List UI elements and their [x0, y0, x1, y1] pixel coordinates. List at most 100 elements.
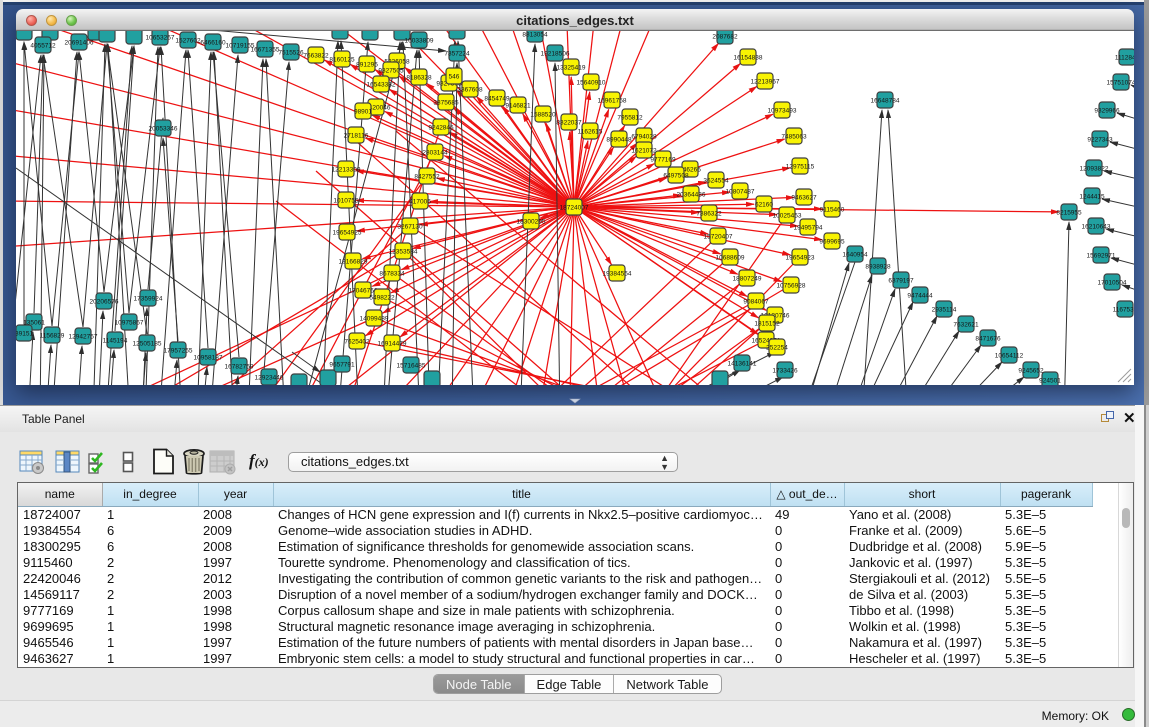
svg-text:8322037: 8322037 — [556, 120, 582, 127]
svg-text:17359924: 17359924 — [134, 296, 163, 303]
svg-text:1621072: 1621072 — [631, 148, 657, 155]
svg-text:20364436: 20364436 — [677, 192, 706, 199]
svg-text:15692971: 15692971 — [1087, 253, 1116, 260]
svg-text:7955812: 7955812 — [617, 115, 643, 122]
svg-text:3267130: 3267130 — [397, 224, 423, 231]
svg-text:12213309: 12213309 — [332, 167, 361, 174]
svg-text:12923446: 12923446 — [255, 375, 284, 382]
svg-text:7386322: 7386322 — [696, 211, 722, 218]
svg-text:3624554: 3624554 — [703, 178, 729, 185]
svg-text:9146821: 9146821 — [505, 103, 531, 110]
svg-text:6379197: 6379197 — [888, 278, 914, 285]
svg-text:6794028: 6794028 — [631, 134, 657, 141]
svg-text:17957255: 17957255 — [164, 348, 193, 355]
svg-text:98901: 98901 — [354, 109, 372, 116]
svg-text:12093822: 12093822 — [1080, 166, 1109, 173]
svg-text:7357224: 7357224 — [444, 51, 470, 58]
svg-text:10756928: 10756928 — [777, 283, 806, 290]
svg-text:891295: 891295 — [356, 62, 378, 69]
svg-text:8678334: 8678334 — [379, 271, 405, 278]
svg-text:12213967: 12213967 — [751, 79, 780, 86]
svg-text:8427552: 8427552 — [414, 174, 440, 181]
svg-text:18300295: 18300295 — [517, 219, 546, 226]
svg-text:924501: 924501 — [1039, 378, 1061, 385]
svg-text:9474444: 9474444 — [907, 293, 933, 300]
svg-text:19654923: 19654923 — [786, 255, 815, 262]
svg-text:20206576: 20206576 — [90, 299, 119, 306]
svg-text:13325419: 13325419 — [557, 65, 586, 72]
svg-text:1145194: 1145194 — [103, 338, 128, 345]
svg-text:18807249: 18807249 — [733, 276, 762, 283]
svg-text:1112845: 1112845 — [1115, 55, 1134, 62]
svg-text:1010755: 1010755 — [333, 198, 359, 205]
svg-text:15751074: 15751074 — [1107, 80, 1134, 87]
svg-text:16961758: 16961758 — [598, 98, 627, 105]
svg-text:1588520: 1588520 — [530, 112, 556, 119]
svg-text:9329966: 9329966 — [1094, 108, 1120, 115]
svg-text:18724007: 18724007 — [560, 205, 589, 212]
svg-text:252254: 252254 — [766, 345, 788, 352]
svg-text:1733426: 1733426 — [772, 368, 798, 375]
svg-text:8186328: 8186328 — [406, 75, 432, 82]
svg-text:19654925: 19654925 — [333, 230, 362, 237]
svg-text:9242845: 9242845 — [428, 125, 454, 132]
svg-text:16914479: 16914479 — [378, 341, 407, 348]
svg-text:20053346: 20053346 — [149, 126, 178, 133]
svg-text:1244415: 1244415 — [1079, 194, 1105, 201]
svg-text:20691406: 20691406 — [65, 40, 94, 47]
svg-text:546: 546 — [449, 74, 460, 81]
svg-text:2367608: 2367608 — [457, 87, 483, 94]
svg-text:14099489: 14099489 — [360, 316, 389, 323]
svg-text:1640954: 1640954 — [842, 252, 868, 259]
svg-text:10025453: 10025453 — [773, 213, 802, 220]
svg-text:1167533: 1167533 — [1113, 307, 1134, 314]
svg-text:2718116: 2718116 — [344, 133, 369, 140]
svg-text:9463627: 9463627 — [791, 195, 817, 202]
svg-text:12975115: 12975115 — [786, 164, 815, 171]
svg-text:14136141: 14136141 — [728, 361, 757, 368]
svg-text:1527602: 1527602 — [175, 38, 201, 45]
svg-text:12505185: 12505185 — [133, 341, 162, 348]
svg-text:62160: 62160 — [755, 202, 773, 209]
svg-text:8160125: 8160125 — [329, 57, 355, 64]
svg-text:17010504: 17010504 — [1098, 280, 1127, 287]
svg-text:19495794: 19495794 — [794, 225, 823, 232]
svg-text:7485063: 7485063 — [781, 134, 807, 141]
svg-text:8813054: 8813054 — [522, 32, 548, 39]
svg-text:19384554: 19384554 — [603, 271, 632, 278]
svg-text:16154838: 16154838 — [734, 55, 763, 62]
svg-text:16782759: 16782759 — [225, 364, 254, 371]
svg-text:9115460: 9115460 — [820, 207, 845, 214]
svg-text:417006: 417006 — [409, 199, 431, 206]
svg-text:39151: 39151 — [16, 331, 33, 338]
svg-text:16210643: 16210643 — [1082, 224, 1111, 231]
svg-text:15720407: 15720407 — [704, 234, 733, 241]
svg-text:5498222: 5498222 — [369, 295, 395, 302]
svg-text:10654112: 10654112 — [995, 353, 1024, 360]
svg-text:2803144: 2803144 — [422, 150, 448, 157]
svg-text:10975867: 10975867 — [115, 320, 144, 327]
svg-text:7515526: 7515526 — [278, 50, 304, 57]
svg-text:16648784: 16648784 — [871, 98, 900, 105]
svg-text:7625402: 7625402 — [344, 339, 370, 346]
svg-text:15640910: 15640910 — [577, 80, 606, 87]
svg-text:16033809: 16033809 — [405, 38, 434, 45]
svg-text:9227343: 9227343 — [1087, 137, 1113, 144]
svg-text:8215955: 8215955 — [1056, 210, 1082, 217]
svg-text:6497508: 6497508 — [663, 173, 689, 180]
svg-text:9327505: 9327505 — [378, 68, 404, 75]
svg-text:9699695: 9699695 — [819, 239, 845, 246]
svg-text:9657791: 9657791 — [329, 362, 355, 369]
svg-text:12942757: 12942757 — [69, 334, 98, 341]
svg-text:4055712: 4055712 — [30, 43, 56, 50]
svg-text:2087682: 2087682 — [712, 34, 738, 41]
svg-text:1815152: 1815152 — [754, 321, 780, 328]
svg-text:3875685: 3875685 — [433, 100, 459, 107]
svg-text:1156829: 1156829 — [40, 333, 65, 340]
svg-text:8471676: 8471676 — [975, 336, 1001, 343]
svg-text:2935114: 2935114 — [932, 307, 957, 314]
svg-text:19166829: 19166829 — [339, 259, 368, 266]
svg-text:12353584: 12353584 — [389, 249, 418, 256]
svg-text:8990448: 8990448 — [606, 137, 632, 144]
svg-text:16671355: 16671355 — [251, 47, 280, 54]
